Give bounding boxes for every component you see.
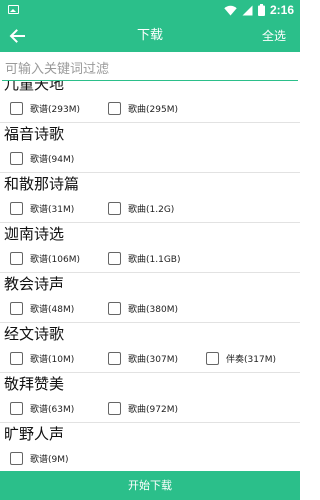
option-label: 歌曲(1.2G) [128, 204, 175, 215]
download-options: 歌谱(94M) [0, 149, 300, 167]
download-options: 歌谱(63M) 歌曲(972M) [0, 399, 300, 417]
checkbox[interactable] [10, 101, 23, 115]
song-collection-section: 教会诗声歌谱(48M) 歌曲(380M) [0, 273, 300, 323]
option-label: 歌谱(94M) [30, 154, 75, 165]
option-label: 歌谱(106M) [30, 254, 80, 265]
collection-name: 旷野人声 [4, 425, 65, 443]
option-label: 歌曲(972M) [128, 404, 178, 415]
option-label: 歌谱(48M) [30, 304, 75, 315]
checkbox[interactable] [10, 301, 23, 315]
search-input[interactable] [2, 59, 298, 81]
signal-icon [242, 5, 253, 15]
download-option[interactable]: 歌谱(94M) [10, 149, 74, 167]
song-collection-section: 儿童天地歌谱(293M) 歌曲(295M) [0, 81, 300, 123]
song-collection-section: 旷野人声歌谱(9M) [0, 423, 300, 471]
option-label: 歌曲(1.1GB) [128, 254, 181, 265]
status-bar: 2:16 [0, 0, 300, 20]
option-label: 伴奏(317M) [226, 354, 276, 365]
download-option[interactable]: 伴奏(317M) [206, 349, 276, 367]
option-label: 歌谱(31M) [30, 204, 75, 215]
download-option[interactable]: 歌曲(972M) [108, 399, 178, 417]
download-option[interactable]: 歌谱(63M) [10, 399, 74, 417]
option-label: 歌谱(9M) [30, 454, 69, 465]
download-option[interactable]: 歌谱(106M) [10, 249, 80, 267]
download-list[interactable]: 儿童天地 歌谱(293M) 歌曲(295M) 福音诗歌 歌谱(94M) 和散那诗篇 歌谱(3… [0, 81, 300, 471]
song-collection-section: 敬拜赞美歌谱(63M) 歌曲(972M) [0, 373, 300, 423]
download-option[interactable]: 歌谱(31M) [10, 199, 74, 217]
checkbox[interactable] [108, 301, 121, 315]
download-option[interactable]: 歌谱(9M) [10, 449, 69, 467]
download-options: 歌谱(9M) [0, 449, 300, 467]
download-option[interactable]: 歌曲(1.1GB) [108, 249, 180, 267]
download-option[interactable]: 歌曲(380M) [108, 299, 178, 317]
option-label: 歌谱(63M) [30, 404, 75, 415]
download-options: 歌谱(106M) 歌曲(1.1GB) [0, 249, 300, 267]
download-option[interactable]: 歌曲(295M) [108, 99, 178, 117]
download-options: 歌谱(293M) 歌曲(295M) [0, 99, 300, 117]
option-label: 歌谱(10M) [30, 354, 75, 365]
song-collection-section: 迦南诗选歌谱(106M) 歌曲(1.1GB) [0, 223, 300, 273]
option-label: 歌曲(307M) [128, 354, 178, 365]
image-notification-icon [8, 5, 19, 14]
collection-name: 迦南诗选 [4, 225, 65, 243]
status-time: 2:16 [269, 3, 294, 17]
download-option[interactable]: 歌谱(10M) [10, 349, 74, 367]
checkbox[interactable] [10, 351, 23, 365]
select-all-button[interactable]: 全选 [262, 20, 286, 52]
checkbox[interactable] [108, 201, 121, 215]
download-option[interactable]: 歌曲(307M) [108, 349, 178, 367]
download-options: 歌谱(48M) 歌曲(380M) [0, 299, 300, 317]
song-collection-section: 经文诗歌歌谱(10M) 歌曲(307M) 伴奏(317M) [0, 323, 300, 373]
collection-name: 儿童天地 [4, 81, 65, 93]
app-bar: 下载 全选 [0, 20, 300, 52]
checkbox[interactable] [10, 251, 23, 265]
checkbox[interactable] [10, 201, 23, 215]
start-download-label: 开始下载 [128, 479, 172, 492]
checkbox[interactable] [10, 151, 23, 165]
search-bar [0, 58, 300, 81]
battery-icon [257, 4, 265, 16]
wifi-icon [224, 5, 237, 15]
checkbox[interactable] [108, 401, 121, 415]
option-label: 歌曲(380M) [128, 304, 178, 315]
checkbox[interactable] [108, 251, 121, 265]
option-label: 歌曲(295M) [128, 104, 178, 115]
collection-name: 教会诗声 [4, 275, 65, 293]
checkbox[interactable] [10, 451, 23, 465]
collection-name: 经文诗歌 [4, 325, 65, 343]
checkbox[interactable] [206, 351, 219, 365]
download-option[interactable]: 歌谱(293M) [10, 99, 80, 117]
collection-name: 敬拜赞美 [4, 375, 65, 393]
download-option[interactable]: 歌谱(48M) [10, 299, 74, 317]
song-collection-section: 福音诗歌歌谱(94M) [0, 123, 300, 173]
checkbox[interactable] [108, 101, 121, 115]
collection-name: 福音诗歌 [4, 125, 65, 143]
checkbox[interactable] [108, 351, 121, 365]
download-options: 歌谱(31M) 歌曲(1.2G) [0, 199, 300, 217]
collection-name: 和散那诗篇 [4, 175, 80, 193]
start-download-button[interactable]: 开始下载 [0, 471, 300, 500]
page-title: 下载 [136, 28, 163, 43]
download-options: 歌谱(10M) 歌曲(307M) 伴奏(317M) [0, 349, 300, 367]
option-label: 歌谱(293M) [30, 104, 80, 115]
song-collection-section: 和散那诗篇歌谱(31M) 歌曲(1.2G) [0, 173, 300, 223]
checkbox[interactable] [10, 401, 23, 415]
download-option[interactable]: 歌曲(1.2G) [108, 199, 174, 217]
